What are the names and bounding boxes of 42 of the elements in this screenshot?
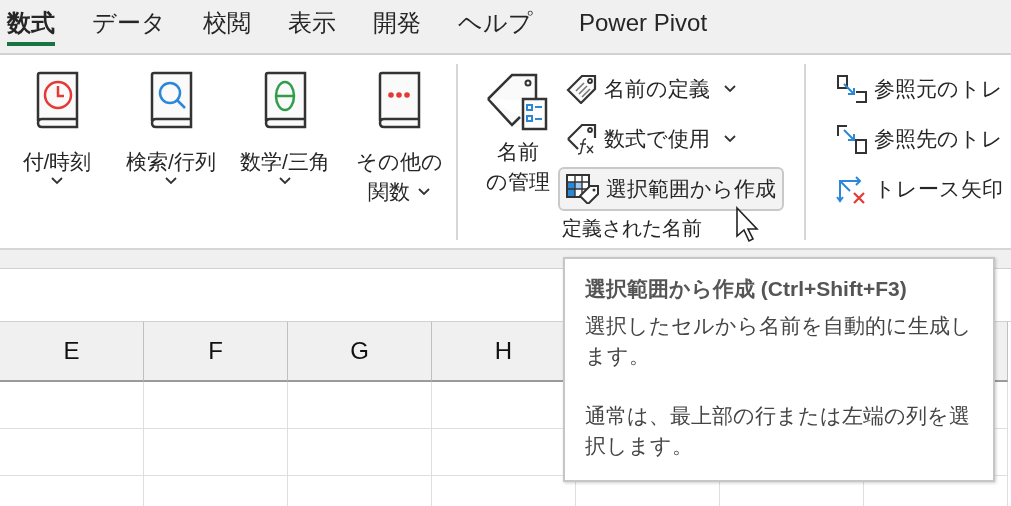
- ribbon-button[interactable]: 参照元のトレ: [828, 67, 1011, 111]
- tooltip-text: 通常は、最上部の行または左端の列を選択します。: [585, 403, 971, 459]
- mouse-pointer-icon: [735, 206, 759, 244]
- trace-arrow-icon: [836, 124, 868, 154]
- ribbon-button[interactable]: 選択範囲から作成: [558, 167, 784, 211]
- tag-icon: [566, 74, 598, 104]
- ribbon-tab[interactable]: ヘルプ: [458, 0, 533, 46]
- tooltip-title: 選択範囲から作成 (Ctrl+Shift+F3): [585, 276, 908, 302]
- dots-book-icon: [377, 71, 421, 129]
- ribbon-button[interactable]: 数式で使用: [558, 117, 784, 161]
- table-cell[interactable]: [288, 382, 432, 429]
- trace-arrow-icon: [836, 74, 868, 104]
- ribbon-button[interactable]: 名前 の管理: [478, 64, 558, 216]
- ribbon-button[interactable]: 参照先のトレ: [828, 117, 1011, 161]
- ribbon-button[interactable]: 検索/行列: [114, 64, 228, 240]
- table-tag-icon: [566, 174, 600, 204]
- tag-fx-icon: [566, 123, 598, 155]
- ribbon-tab[interactable]: Power Pivot: [579, 0, 708, 46]
- ribbon-button[interactable]: 付/時刻: [0, 64, 114, 240]
- column-header[interactable]: G: [288, 322, 432, 382]
- ribbon-tab[interactable]: 校閲: [203, 0, 251, 46]
- ribbon-tab[interactable]: 数式: [7, 0, 55, 46]
- table-cell[interactable]: [144, 382, 288, 429]
- ribbon-button[interactable]: 名前の定義: [558, 67, 784, 111]
- ribbon-button[interactable]: 数学/三角: [228, 64, 342, 240]
- table-cell[interactable]: [144, 429, 288, 476]
- table-cell[interactable]: [0, 382, 144, 429]
- ribbon-button[interactable]: トレース矢印: [828, 167, 1011, 211]
- column-header[interactable]: E: [0, 322, 144, 382]
- column-header[interactable]: F: [144, 322, 288, 382]
- magnifier-book-icon: [149, 71, 193, 129]
- clock-book-icon: [35, 71, 79, 129]
- remove-arrows-icon: [836, 173, 868, 205]
- group-label: 定義された名前: [562, 216, 702, 240]
- tooltip-text: 選択したセルから名前を自動的に生成します。: [585, 313, 973, 369]
- table-cell[interactable]: [288, 429, 432, 476]
- table-cell[interactable]: [0, 429, 144, 476]
- ribbon-button[interactable]: その他の 関数: [342, 64, 456, 240]
- theta-book-icon: [263, 71, 307, 129]
- ribbon-tab[interactable]: 開発: [373, 0, 421, 46]
- ribbon-tab[interactable]: データ: [92, 0, 166, 46]
- ribbon-tab[interactable]: 表示: [288, 0, 336, 46]
